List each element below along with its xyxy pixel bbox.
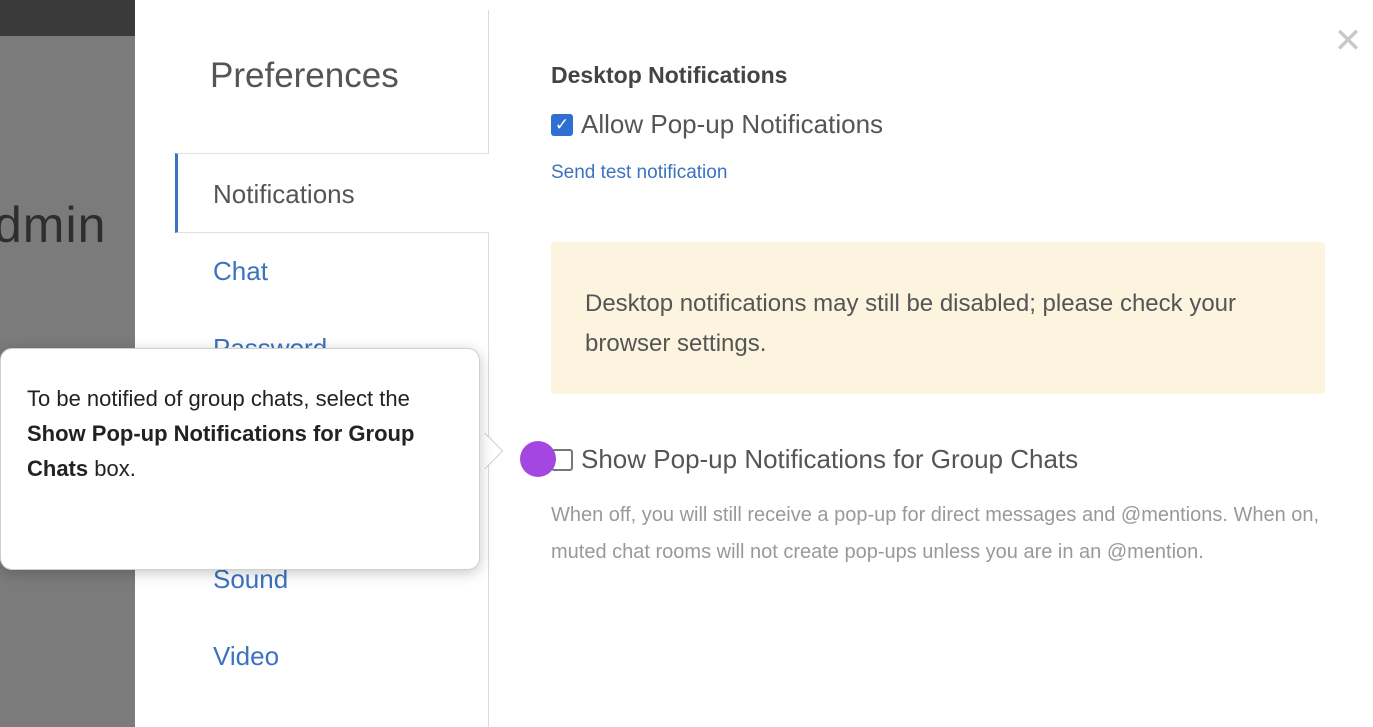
allow-popups-label: Allow Pop-up Notifications — [581, 109, 884, 139]
nav-item-notifications[interactable]: Notifications — [175, 153, 489, 233]
guide-tooltip: To be notified of group chats, select th… — [0, 348, 480, 570]
notifications-panel: Desktop Notifications ✓ Allow Pop-up Not… — [551, 62, 1331, 563]
group-chats-help-text: When off, you will still receive a pop-u… — [551, 504, 1320, 563]
preferences-title: Preferences — [210, 56, 399, 95]
tooltip-text: To be notified of group chats, select th… — [27, 381, 467, 486]
warning-alert: Desktop notifications may still be disab… — [551, 242, 1325, 394]
close-icon[interactable]: ✕ — [1331, 24, 1365, 58]
background-topbar — [0, 0, 135, 36]
guide-hotspot[interactable] — [520, 441, 556, 477]
background-text: dmin — [0, 197, 107, 253]
group-chats-row[interactable]: Show Pop-up Notifications for Group Chat… — [551, 444, 1078, 475]
tooltip-text-after: box. — [88, 456, 136, 481]
nav-item-video[interactable]: Video — [175, 618, 489, 695]
allow-popups-checkbox[interactable]: ✓ — [551, 113, 573, 136]
alert-text: Desktop notifications may still be disab… — [585, 290, 1236, 357]
tooltip-text-before: To be notified of group chats, select th… — [27, 386, 410, 411]
send-test-notification-link[interactable]: Send test notification — [551, 162, 727, 184]
nav-item-chat[interactable]: Chat — [175, 233, 489, 310]
section-title: Desktop Notifications — [551, 62, 788, 88]
tooltip-text-bold: Show Pop-up Notifications for Group Chat… — [27, 421, 415, 481]
group-chats-label: Show Pop-up Notifications for Group Chat… — [581, 444, 1079, 474]
allow-popups-row[interactable]: ✓ Allow Pop-up Notifications — [551, 109, 1331, 140]
